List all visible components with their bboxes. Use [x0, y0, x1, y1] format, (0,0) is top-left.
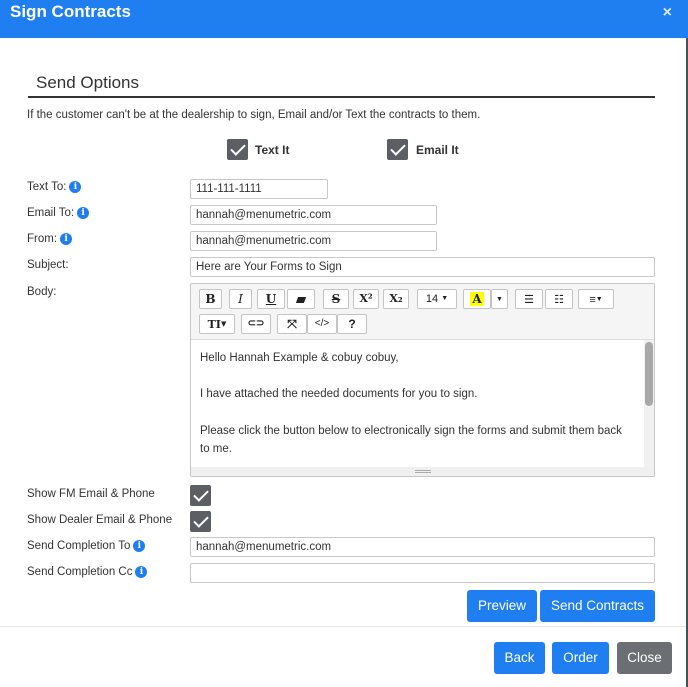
- bullet-list-button[interactable]: ☰: [515, 289, 543, 309]
- color-dropdown-button[interactable]: ▼: [491, 289, 508, 309]
- bold-button[interactable]: B: [199, 289, 222, 309]
- text-color-button[interactable]: A: [463, 289, 491, 309]
- chevron-down-icon: ▼: [595, 296, 603, 303]
- text-to-label-text: Text To:: [27, 181, 67, 193]
- help-button[interactable]: ?: [337, 314, 367, 334]
- show-dealer-checkbox[interactable]: [190, 511, 211, 532]
- info-icon[interactable]: i: [60, 233, 73, 245]
- body-line-instructions: Please click the button below to electro…: [200, 425, 622, 455]
- intro-text: If the customer can't be at the dealersh…: [27, 109, 481, 121]
- code-view-button[interactable]: </>: [307, 314, 337, 334]
- send-contracts-button[interactable]: Send Contracts: [540, 590, 655, 622]
- strikethrough-button[interactable]: S: [323, 289, 349, 309]
- style-icon: TI: [207, 318, 221, 331]
- subject-label: Subject:: [27, 259, 69, 271]
- body-label: Body:: [27, 286, 57, 298]
- fullscreen-button[interactable]: ⤧: [277, 314, 307, 334]
- text-it-checkbox[interactable]: [227, 139, 248, 160]
- font-size-dropdown[interactable]: 14 ▼: [417, 289, 457, 309]
- fullscreen-icon: ⤧: [287, 317, 297, 331]
- completion-to-label: Send Completion To i: [27, 540, 146, 552]
- italic-button[interactable]: I: [229, 289, 252, 309]
- eraser-button[interactable]: [287, 289, 315, 309]
- body-line-greeting: Hello Hannah Example & cobuy cobuy,: [200, 352, 399, 364]
- completion-cc-label: Send Completion Cc i: [27, 566, 148, 578]
- email-to-label: Email To: i: [27, 207, 90, 219]
- align-dropdown-button[interactable]: ≡▼: [578, 289, 614, 309]
- editor-scrollbar[interactable]: [644, 340, 654, 468]
- text-it-label: Text It: [255, 143, 290, 157]
- link-icon: ⊂⊃: [247, 318, 265, 329]
- completion-cc-input[interactable]: [190, 563, 655, 583]
- show-fm-checkbox[interactable]: [190, 485, 211, 506]
- email-it-label: Email It: [416, 143, 459, 157]
- close-button[interactable]: Close: [617, 642, 672, 674]
- chevron-down-icon: ▼: [441, 295, 449, 302]
- scrollbar-thumb[interactable]: [645, 342, 653, 406]
- text-to-label: Text To: i: [27, 181, 82, 193]
- body-line-attached: I have attached the needed documents for…: [200, 388, 478, 400]
- body-editor: B I U S X² X₂ 14 ▼ A ▼ ☰ ☷ ≡▼ TI▼ ⊂⊃ ⤧ <…: [190, 283, 655, 477]
- subject-input[interactable]: Here are Your Forms to Sign: [190, 257, 655, 277]
- link-button[interactable]: ⊂⊃: [241, 314, 271, 334]
- show-fm-label: Show FM Email & Phone: [27, 488, 155, 500]
- close-icon[interactable]: ×: [663, 4, 672, 22]
- chevron-down-icon: ▼: [220, 319, 227, 328]
- info-icon[interactable]: i: [133, 540, 146, 552]
- editor-body[interactable]: Hello Hannah Example & cobuy cobuy, I ha…: [191, 339, 654, 468]
- completion-cc-label-text: Send Completion Cc: [27, 566, 133, 578]
- superscript-button[interactable]: X²: [353, 289, 379, 309]
- font-size-value: 14: [425, 293, 439, 305]
- resize-grip-icon: [415, 470, 431, 473]
- style-dropdown-button[interactable]: TI▼: [199, 314, 235, 334]
- underline-button[interactable]: U: [257, 289, 285, 309]
- bullet-list-icon: ☰: [524, 294, 534, 306]
- modal-header: Sign Contracts ×: [0, 0, 688, 38]
- back-button[interactable]: Back: [494, 642, 545, 674]
- from-label: From: i: [27, 233, 73, 245]
- email-it-checkbox[interactable]: [387, 139, 408, 160]
- email-to-input[interactable]: hannah@menumetric.com: [190, 205, 437, 225]
- from-input[interactable]: hannah@menumetric.com: [190, 231, 437, 251]
- text-to-input[interactable]: 111-111-1111: [190, 179, 328, 199]
- section-divider: [28, 96, 655, 98]
- modal-title: Sign Contracts: [10, 2, 131, 21]
- info-icon[interactable]: i: [69, 181, 82, 193]
- info-icon[interactable]: i: [135, 566, 148, 578]
- preview-button[interactable]: Preview: [467, 590, 537, 622]
- footer-divider: [0, 626, 686, 627]
- subscript-button[interactable]: X₂: [383, 289, 409, 309]
- email-to-label-text: Email To:: [27, 207, 75, 219]
- chevron-down-icon: ▼: [496, 296, 503, 303]
- completion-to-input[interactable]: hannah@menumetric.com: [190, 537, 655, 557]
- from-label-text: From:: [27, 233, 58, 245]
- numbered-list-icon: ☷: [554, 294, 564, 306]
- show-dealer-label: Show Dealer Email & Phone: [27, 514, 173, 526]
- section-title: Send Options: [36, 73, 140, 92]
- completion-to-label-text: Send Completion To: [27, 540, 131, 552]
- info-icon[interactable]: i: [77, 207, 90, 219]
- text-color-icon: A: [470, 292, 484, 306]
- eraser-icon: [295, 297, 307, 303]
- numbered-list-button[interactable]: ☷: [545, 289, 573, 309]
- editor-resize-bar[interactable]: [191, 467, 654, 476]
- order-button[interactable]: Order: [552, 642, 609, 674]
